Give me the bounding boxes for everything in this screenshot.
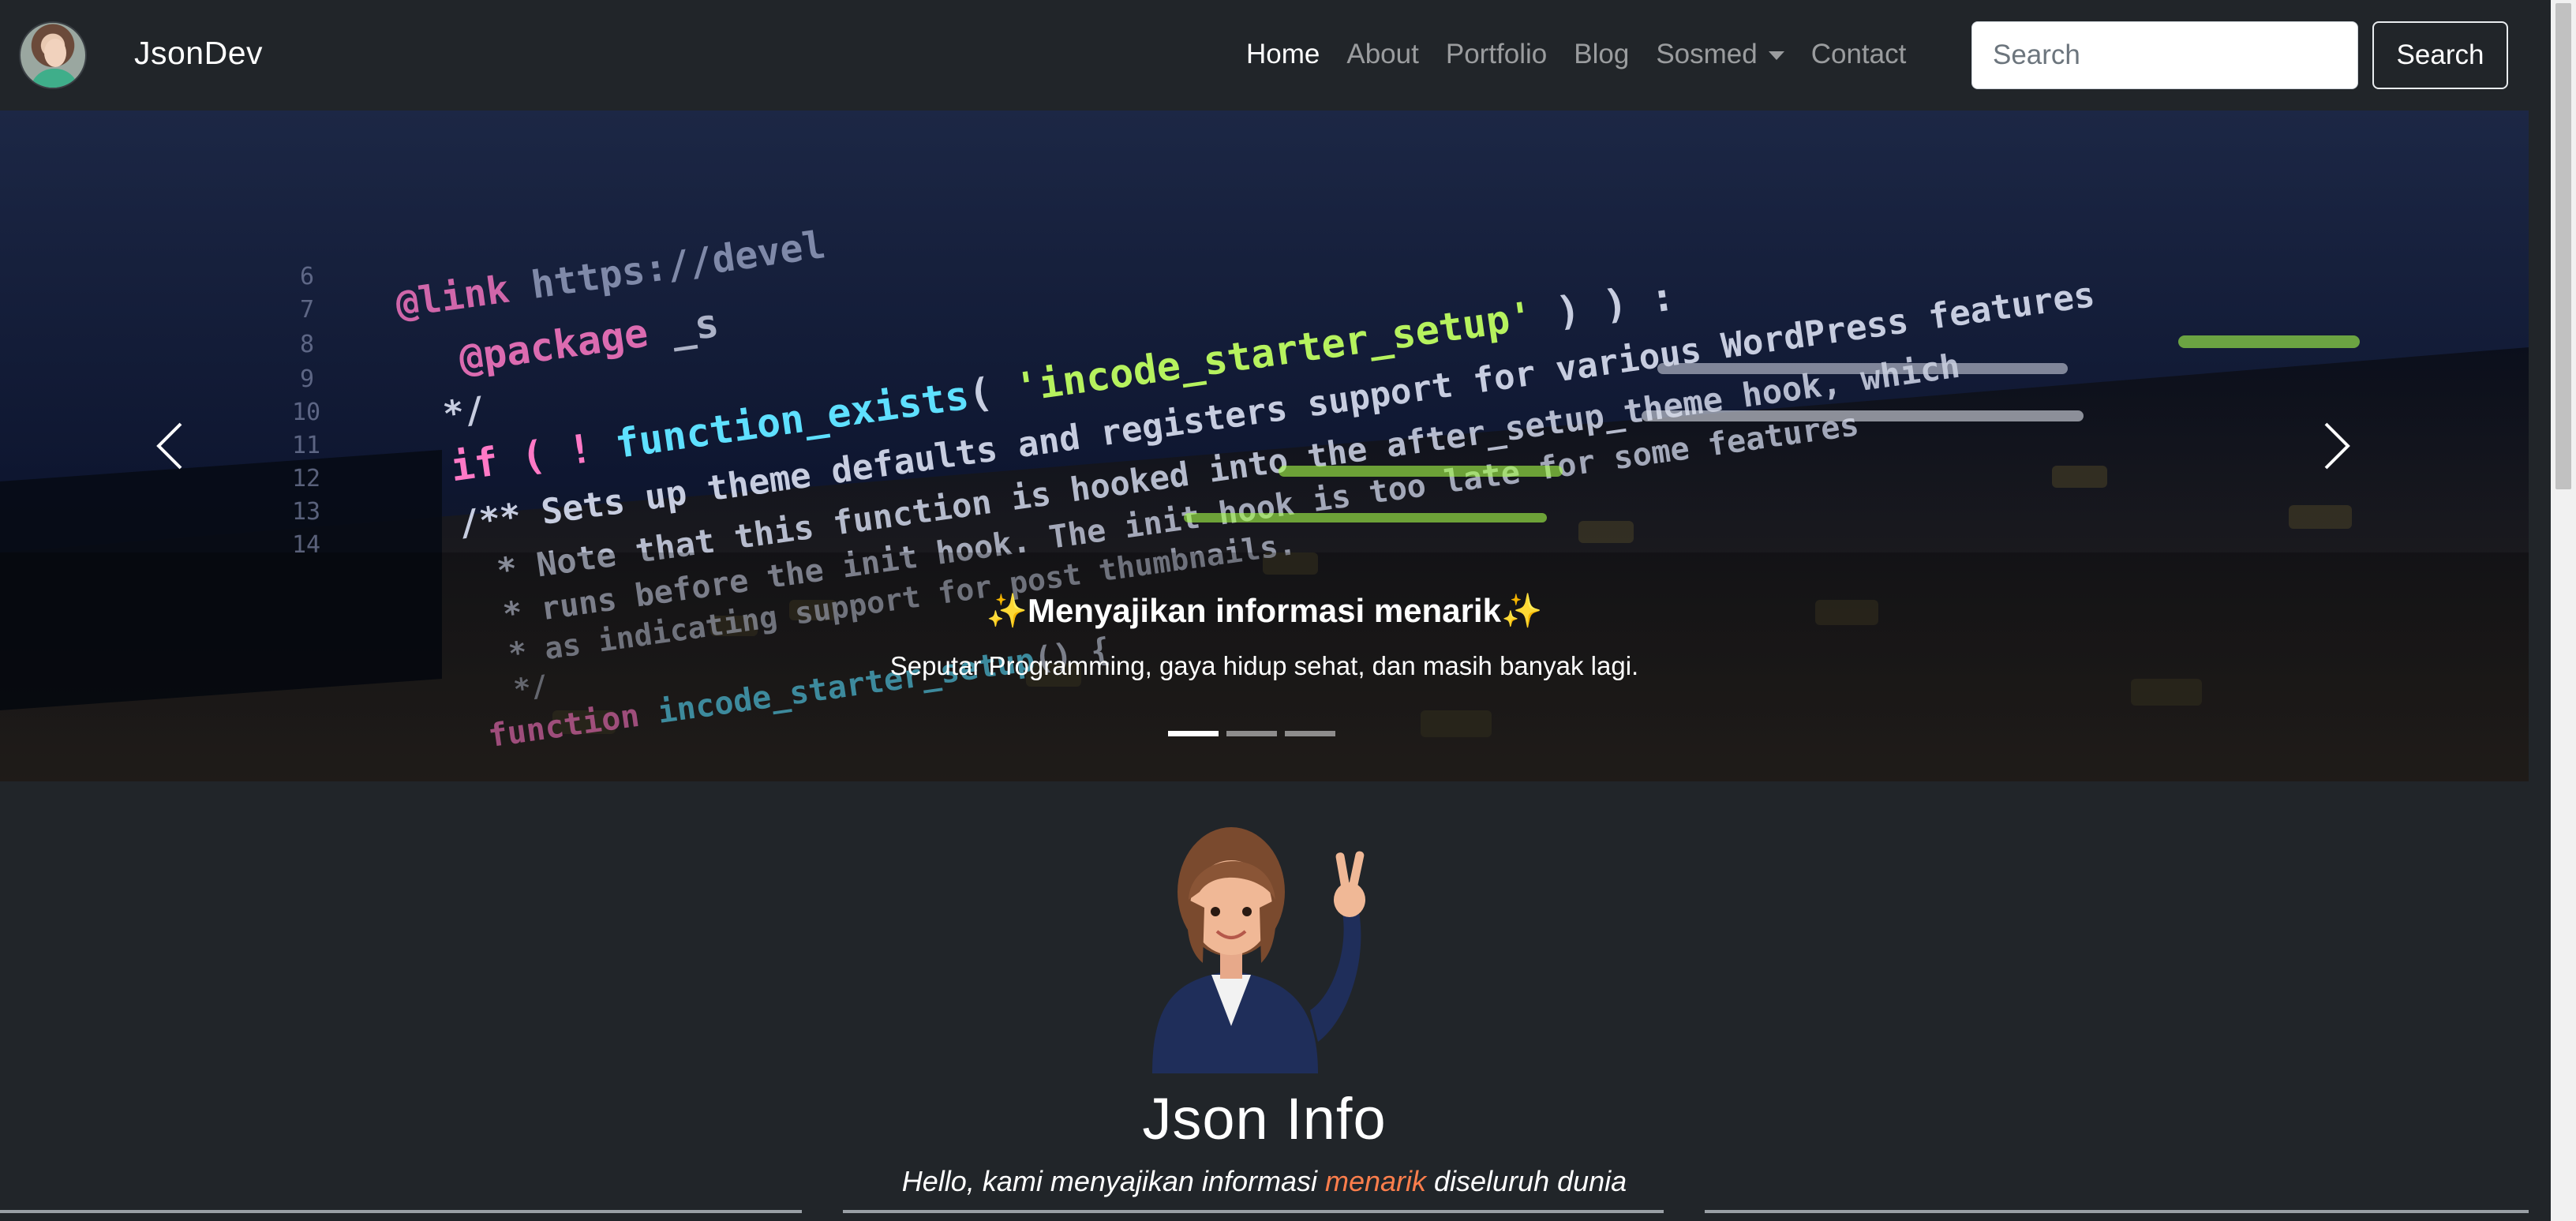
card-top-edge-1 <box>0 1210 802 1213</box>
info-lead-before: Hello, kami menyajikan informasi <box>901 1165 1325 1197</box>
carousel-indicator-2[interactable] <box>1226 731 1277 736</box>
info-section: Json Info Hello, kami menyajikan informa… <box>0 781 2529 1221</box>
svg-text:8: 8 <box>300 331 314 358</box>
carousel-caption-title: ✨Menyajikan informasi menarik✨ <box>986 592 1543 629</box>
caret-down-icon <box>1768 51 1784 61</box>
brand-name[interactable]: JsonDev <box>134 35 263 72</box>
nav-link-blog[interactable]: Blog <box>1560 35 1642 74</box>
carousel-indicators <box>1168 731 1335 736</box>
carousel-caption-text: Seputar Programming, gaya hidup sehat, d… <box>889 651 1639 680</box>
svg-text:9: 9 <box>300 365 314 393</box>
svg-text:6: 6 <box>300 263 314 290</box>
carousel-prev-button[interactable] <box>134 410 205 481</box>
svg-text:*/: */ <box>440 389 488 435</box>
navbar: JsonDev Home About Portfolio Blog Sosmed… <box>0 0 2551 110</box>
scrollbar-thumb[interactable] <box>2555 3 2571 489</box>
nav-link-about[interactable]: About <box>1333 35 1432 74</box>
nav-dropdown-sosmed-label: Sosmed <box>1656 39 1758 69</box>
nav-link-home[interactable]: Home <box>1233 35 1333 74</box>
search-button[interactable]: Search <box>2372 21 2508 89</box>
info-lead-accent: menarik <box>1324 1165 1427 1197</box>
info-lead-after: diseluruh dunia <box>1426 1165 1627 1197</box>
carousel-indicator-3[interactable] <box>1285 731 1335 736</box>
nav-links: Home About Portfolio Blog Sosmed Contact <box>1233 35 1919 74</box>
info-title: Json Info <box>1142 1086 1387 1152</box>
svg-text:10: 10 <box>292 399 320 426</box>
nav-link-portfolio[interactable]: Portfolio <box>1432 35 1560 74</box>
avatar-shirt <box>30 69 79 88</box>
chevron-left-icon <box>156 422 182 470</box>
chevron-right-icon <box>2324 422 2350 470</box>
search-input[interactable] <box>1971 21 2358 89</box>
nav-link-contact[interactable]: Contact <box>1798 35 1920 74</box>
card-top-edge-3 <box>1705 1210 2529 1213</box>
avatar-3d-image <box>1152 827 1365 1073</box>
hero-carousel: @link https://devel @package _s */ if ( … <box>0 110 2529 781</box>
nav-dropdown-sosmed[interactable]: Sosmed <box>1642 35 1797 74</box>
svg-text:12: 12 <box>292 465 320 493</box>
carousel-next-button[interactable] <box>2301 410 2372 481</box>
page: JsonDev Home About Portfolio Blog Sosmed… <box>0 0 2551 1221</box>
info-lead: Hello, kami menyajikan informasi menarik… <box>0 1165 2529 1198</box>
svg-text:11: 11 <box>292 432 320 459</box>
avatar-face <box>44 39 66 67</box>
vertical-scrollbar[interactable] <box>2551 0 2576 1221</box>
card-top-edge-2 <box>843 1210 1664 1213</box>
brand-avatar[interactable] <box>19 21 87 89</box>
carousel-indicator-1[interactable] <box>1168 731 1219 736</box>
svg-text:13: 13 <box>292 498 320 526</box>
svg-text:7: 7 <box>300 296 314 324</box>
